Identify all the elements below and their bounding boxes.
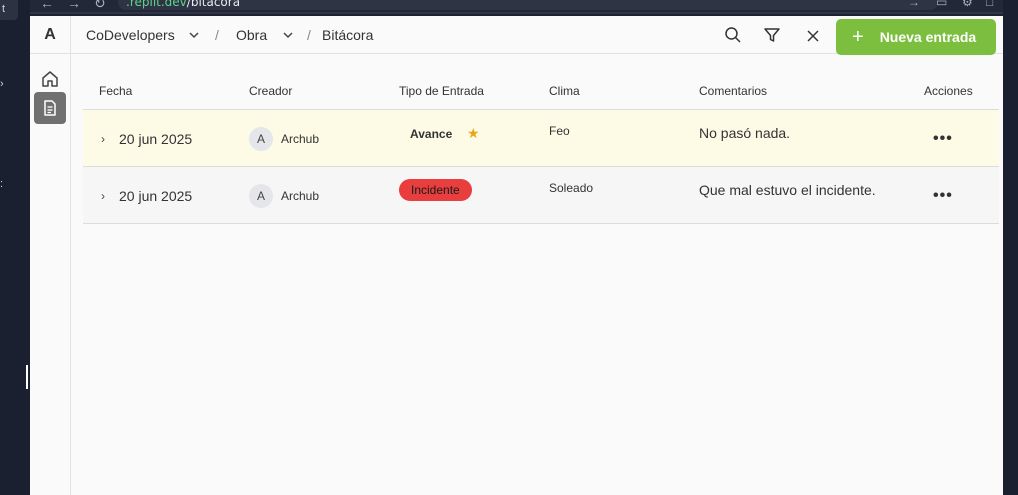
new-entry-label: Nueva entrada (879, 29, 977, 45)
column-header-acciones: Acciones (924, 84, 973, 98)
chevron-down-icon[interactable] (188, 29, 200, 41)
address-bar[interactable]: .replit.dev/bitacora (118, 0, 938, 10)
app-window: A CoDevelopers / Obra / Bitácora + Nueva… (30, 16, 1003, 495)
close-icon[interactable] (805, 26, 821, 44)
row-creator: Archub (281, 189, 320, 203)
os-left-strip: t › : (0, 0, 30, 495)
table-row[interactable]: › 20 jun 2025 A Archub Avance ★ Feo No p… (83, 110, 999, 167)
screen-icon[interactable]: ▭ (936, 0, 947, 9)
column-header-clima[interactable]: Clima (549, 84, 580, 98)
url-path: /bitacora (186, 0, 241, 9)
breadcrumb-project[interactable]: Obra (236, 27, 267, 43)
forward-page-icon[interactable]: → (908, 0, 920, 9)
sidebar-item-home[interactable] (34, 63, 66, 95)
row-actions-button[interactable]: ••• (933, 187, 953, 205)
chevron-right-icon[interactable]: › (101, 189, 105, 203)
row-date: 20 jun 2025 (119, 188, 193, 204)
row-weather: Feo (549, 124, 570, 138)
entry-type: Avance (410, 127, 453, 141)
avatar: A (249, 184, 273, 208)
table-header: Fecha Creador Tipo de Entrada Clima Come… (83, 72, 999, 110)
plus-icon: + (852, 26, 864, 48)
chevron-down-icon[interactable] (282, 29, 294, 41)
tools-icon[interactable]: ⚙ (962, 0, 973, 9)
entry-type-badge: Incidente (399, 179, 472, 201)
breadcrumb-org[interactable]: CoDevelopers (86, 27, 175, 43)
breadcrumb-page: Bitácora (322, 27, 374, 43)
sidebar-item-bitacora[interactable] (34, 92, 66, 124)
filter-icon[interactable] (763, 26, 781, 44)
row-weather: Soleado (549, 181, 594, 195)
row-comment: No pasó nada. (699, 125, 791, 141)
document-icon (44, 100, 56, 116)
reload-icon[interactable]: ↻ (94, 0, 106, 12)
row-date: 20 jun 2025 (119, 131, 193, 147)
star-icon[interactable]: ★ (467, 125, 480, 142)
chevron-right-icon[interactable]: › (101, 132, 105, 146)
column-header-tipo[interactable]: Tipo de Entrada (399, 84, 484, 98)
forward-arrow-icon[interactable]: → (67, 0, 81, 11)
text-caret (26, 365, 28, 389)
back-arrow-icon[interactable]: ← (40, 0, 54, 11)
breadcrumb-separator: / (307, 27, 311, 43)
table-row[interactable]: › 20 jun 2025 A Archub Incidente Soleado… (83, 167, 999, 224)
column-header-comentarios[interactable]: Comentarios (699, 84, 767, 98)
column-header-creador[interactable]: Creador (249, 84, 292, 98)
new-entry-button[interactable]: + Nueva entrada (836, 19, 996, 55)
sidebar: A (30, 16, 71, 495)
topbar: CoDevelopers / Obra / Bitácora + Nueva e… (71, 16, 1003, 55)
avatar: A (249, 127, 273, 151)
url-host: .replit.dev (126, 0, 187, 9)
os-strip-tab: t (0, 0, 18, 20)
bitacora-table: Fecha Creador Tipo de Entrada Clima Come… (83, 72, 999, 224)
breadcrumb-separator: / (215, 27, 219, 43)
os-strip-glyph: : (0, 178, 4, 190)
row-comment: Que mal estuvo el incidente. (699, 182, 876, 198)
os-right-strip (1003, 0, 1018, 495)
home-icon (42, 71, 58, 87)
app-logo[interactable]: A (30, 16, 70, 54)
search-icon[interactable] (724, 26, 742, 44)
row-creator: Archub (281, 132, 320, 146)
column-header-fecha[interactable]: Fecha (99, 84, 132, 98)
extension-icon[interactable]: □ (986, 0, 993, 9)
row-actions-button[interactable]: ••• (933, 130, 953, 148)
browser-toolbar: ← → ↻ .replit.dev/bitacora → ▭ ⚙ □ (30, 0, 1003, 14)
os-strip-glyph: › (0, 78, 4, 90)
